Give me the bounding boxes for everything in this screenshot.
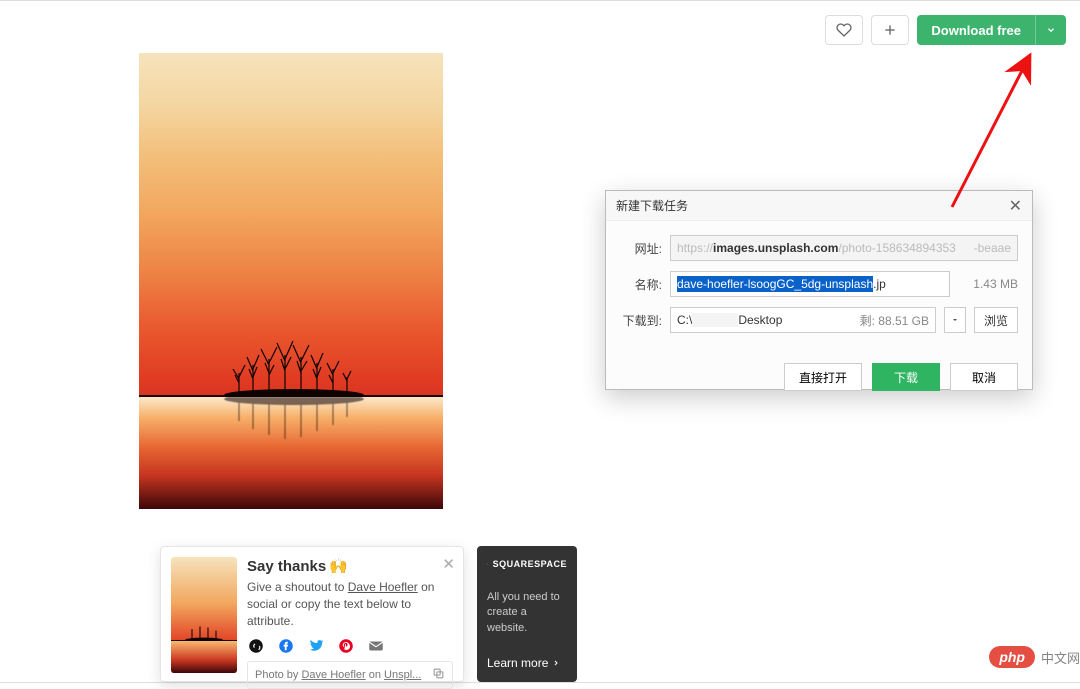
copy-icon [432, 667, 445, 680]
twitter-icon[interactable] [307, 637, 325, 655]
watermark-badge: php 中文网 [989, 646, 1080, 668]
like-button[interactable] [825, 15, 863, 45]
redacted-path [692, 313, 738, 327]
browse-button[interactable]: 浏览 [974, 307, 1018, 333]
filename-field[interactable]: dave-hoefler-lsoogGC_5dg-unsplash.jp [670, 271, 950, 297]
url-field[interactable]: https://images.unsplash.com/photo-158634… [670, 235, 1018, 261]
attrib-author-link[interactable]: Dave Hoefler [301, 669, 365, 681]
squarespace-ad[interactable]: SQUARESPACE All you need to create a web… [477, 546, 577, 682]
add-to-collection-button[interactable] [871, 15, 909, 45]
dest-label: 下载到: [620, 312, 662, 329]
attribution-box: Photo by Dave Hoefler on Unspl... [247, 661, 453, 689]
url-label: 网址: [620, 240, 662, 257]
close-thanks-button[interactable]: ✕ [442, 555, 455, 573]
dialog-close-button[interactable]: ✕ [1009, 196, 1022, 216]
squarespace-tagline: All you need to create a website. [487, 590, 567, 636]
thanks-thumbnail [171, 557, 237, 673]
email-icon[interactable] [367, 637, 385, 655]
say-thanks-card: ✕ Say thanks🙌 Give a shoutout to Dave Ho… [160, 546, 464, 682]
download-free-button[interactable]: Download free [917, 15, 1066, 45]
caret-down-icon [951, 316, 959, 324]
thanks-text: Give a shoutout to Dave Hoefler on socia… [247, 579, 453, 629]
filesize-text: 1.43 MB [958, 277, 1018, 291]
chevron-down-icon [1046, 25, 1056, 35]
download-dialog: 新建下载任务 ✕ 网址: https://images.unsplash.com… [605, 190, 1033, 390]
plus-icon [882, 22, 898, 38]
download-options-toggle[interactable] [1035, 15, 1066, 45]
main-photo[interactable] [139, 53, 443, 509]
chevron-right-icon [552, 659, 560, 667]
php-logo: php [989, 646, 1035, 668]
cancel-button[interactable]: 取消 [950, 363, 1018, 391]
share-link-icon[interactable] [247, 637, 265, 655]
thanks-title: Say thanks🙌 [247, 557, 453, 575]
dest-dropdown-button[interactable] [944, 307, 966, 333]
attrib-site-link[interactable]: Unspl... [384, 669, 421, 681]
copy-attrib-button[interactable] [432, 667, 445, 683]
facebook-icon[interactable] [277, 637, 295, 655]
pinterest-icon[interactable] [337, 637, 355, 655]
heart-icon [836, 22, 852, 38]
dest-field[interactable]: C:\Desktop 剩: 88.51 GB [670, 307, 936, 333]
photo-content [219, 335, 369, 397]
download-free-label: Download free [917, 23, 1035, 38]
author-link[interactable]: Dave Hoefler [348, 580, 418, 594]
name-label: 名称: [620, 276, 662, 293]
squarespace-logo-icon [487, 558, 489, 570]
open-directly-button[interactable]: 直接打开 [784, 363, 862, 391]
php-site-text: 中文网 [1041, 648, 1080, 667]
squarespace-learn-more[interactable]: Learn more [487, 656, 567, 670]
download-button[interactable]: 下载 [872, 363, 940, 391]
squarespace-brand: SQUARESPACE [487, 558, 567, 570]
pray-icon: 🙌 [329, 557, 348, 575]
dialog-title: 新建下载任务 [616, 197, 688, 214]
